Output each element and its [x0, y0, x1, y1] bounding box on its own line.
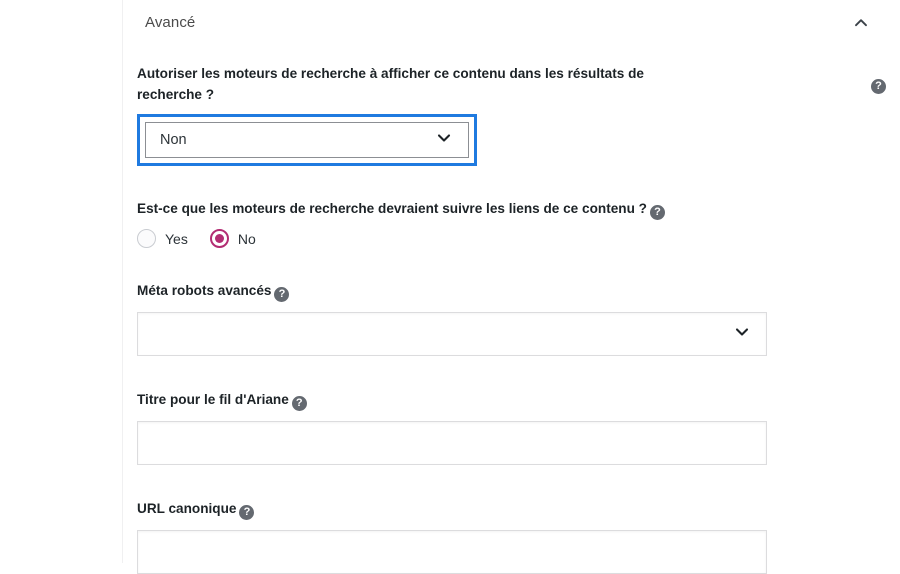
breadcrumbs-title-label: Titre pour le fil d'Ariane?: [137, 389, 878, 412]
search-results-label: Autoriser les moteurs de recherche à aff…: [137, 66, 644, 103]
search-results-select-value: Non: [160, 132, 187, 149]
radio-follow-yes[interactable]: Yes: [137, 229, 188, 249]
meta-robots-select[interactable]: [137, 312, 767, 357]
field-meta-robots: Méta robots avancés?: [137, 280, 878, 357]
canonical-url-label: URL canonique?: [137, 498, 878, 521]
panel-title: Avancé: [145, 14, 196, 31]
help-circle-icon[interactable]: ?: [871, 76, 886, 94]
help-icon-glyph: ?: [274, 287, 290, 303]
help-icon-glyph: ?: [649, 205, 665, 221]
radio-follow-yes-label: Yes: [165, 230, 188, 247]
search-results-label-row: Autoriser les moteurs de recherche à aff…: [137, 63, 886, 105]
chevron-down-icon: [435, 129, 453, 151]
advanced-accordion-header[interactable]: Avancé: [123, 0, 900, 45]
meta-robots-label: Méta robots avancés?: [137, 280, 878, 303]
advanced-settings-body: Autoriser les moteurs de recherche à aff…: [123, 45, 900, 574]
field-follow-links: Est-ce que les moteurs de recherche devr…: [137, 198, 878, 249]
help-circle-icon[interactable]: ?: [649, 203, 665, 221]
help-icon-glyph: ?: [871, 79, 886, 94]
help-circle-icon[interactable]: ?: [239, 503, 255, 521]
field-breadcrumbs-title: Titre pour le fil d'Ariane?: [137, 389, 878, 466]
breadcrumbs-title-input[interactable]: [137, 421, 767, 466]
field-search-results: Autoriser les moteurs de recherche à aff…: [137, 63, 886, 167]
canonical-url-input[interactable]: [137, 530, 767, 574]
follow-links-radio-group: Yes No: [137, 229, 878, 249]
chevron-up-icon[interactable]: [853, 15, 869, 31]
breadcrumbs-title-label-text: Titre pour le fil d'Ariane: [137, 392, 289, 408]
help-icon-glyph: ?: [239, 505, 255, 521]
radio-indicator: [209, 229, 229, 249]
screen-root: Avancé Autoriser les moteurs de recherch…: [0, 0, 900, 574]
meta-robots-select-wrap: [137, 312, 878, 357]
radio-follow-no[interactable]: No: [209, 229, 256, 249]
follow-links-label-text: Est-ce que les moteurs de recherche devr…: [137, 201, 647, 217]
radio-indicator: [137, 229, 156, 249]
help-circle-icon[interactable]: ?: [274, 285, 290, 303]
search-results-select[interactable]: Non: [145, 122, 469, 159]
canonical-url-label-text: URL canonique: [137, 501, 237, 517]
help-icon-glyph: ?: [291, 396, 307, 412]
chevron-down-icon: [733, 323, 751, 345]
help-circle-icon[interactable]: ?: [291, 394, 307, 412]
search-results-select-focus-ring: Non: [137, 114, 477, 167]
follow-links-label: Est-ce que les moteurs de recherche devr…: [137, 198, 878, 221]
meta-robots-label-text: Méta robots avancés: [137, 283, 272, 299]
radio-follow-no-label: No: [237, 230, 256, 247]
advanced-settings-panel: Avancé Autoriser les moteurs de recherch…: [122, 0, 900, 574]
